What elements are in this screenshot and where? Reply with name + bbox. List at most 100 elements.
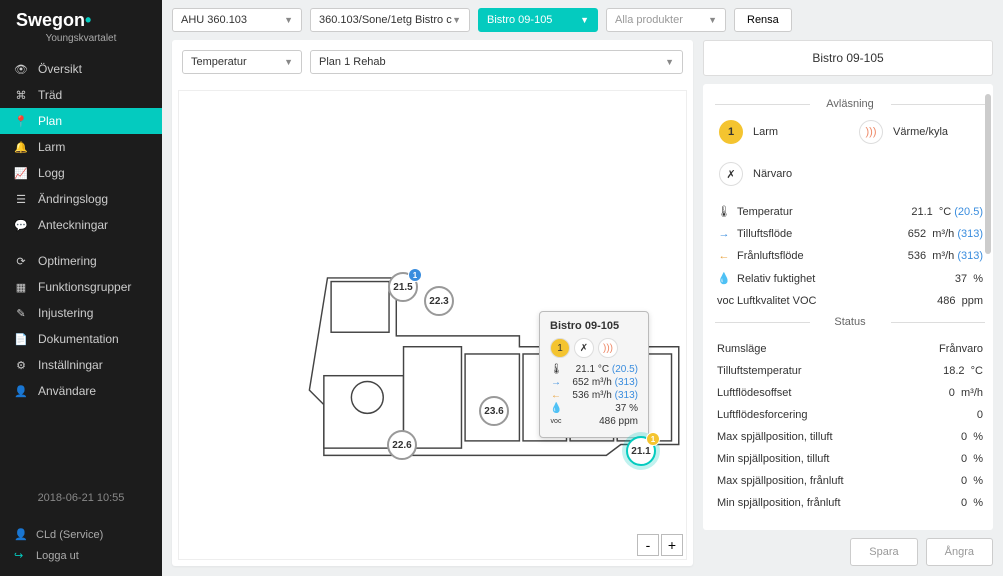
reading-value: 652 m³/h (313) <box>908 228 983 240</box>
tooltip-title: Bistro 09-105 <box>550 320 638 332</box>
nav-icon: ☰ <box>14 193 28 206</box>
reading-value: 536 m³/h (313) <box>908 250 983 262</box>
sidebar: Swegon• Youngskvartalet 👁 Översikt ⌘ Träd 📍P… <box>0 0 162 576</box>
status-label: Rumsläge <box>717 343 933 355</box>
status-row: Tilluftstemperatur18.2 °C <box>715 360 985 382</box>
undo-button[interactable]: Ångra <box>926 538 993 566</box>
reading-row: 🌡 Temperatur 21.1 °C (20.5) <box>715 200 985 223</box>
sensor-tooltip: Bistro 09-105 1 ✗ ))) 🌡21.1 °C (20.5) →6… <box>539 311 649 438</box>
ahu-select[interactable]: AHU 360.103▼ <box>172 8 302 32</box>
reading-link[interactable]: (313) <box>957 228 983 240</box>
heat-icon: ))) <box>859 120 883 144</box>
sensor-22.6[interactable]: 22.6 <box>387 430 417 460</box>
logo-brand: Swegon <box>16 10 85 30</box>
status-label: Tilluftstemperatur <box>717 365 937 377</box>
nav-label: Inställningar <box>38 358 103 372</box>
voc-icon: voc <box>550 418 562 425</box>
reading-value: 486 ppm <box>937 295 983 307</box>
save-button[interactable]: Spara <box>850 538 917 566</box>
status-list: RumslägeFrånvaroTilluftstemperatur18.2 °… <box>715 338 985 514</box>
tooltip-exhaust: 536 m³/h <box>572 390 611 401</box>
reading-link[interactable]: (20.5) <box>954 206 983 218</box>
status-row: Luftflödesoffset0 m³/h <box>715 382 985 404</box>
reading-row: vocLuftkvalitet VOC486 ppm <box>715 290 985 312</box>
alarm-icon: 1 <box>719 120 743 144</box>
reading-alarm[interactable]: 1 Larm <box>719 120 819 144</box>
logo: Swegon• Youngskvartalet <box>0 0 162 48</box>
nav-icon: 👤 <box>14 385 28 398</box>
humidity-icon: 💧 <box>550 403 562 414</box>
status-value: 0 % <box>961 475 983 487</box>
nav-icon: 📍 <box>14 115 28 128</box>
topbar: AHU 360.103▼ 360.103/Sone/1etg Bistro c▼… <box>162 0 1003 40</box>
nav-label: Larm <box>38 140 65 154</box>
status-row: Max spjällposition, tilluft0 % <box>715 426 985 448</box>
room-select[interactable]: Bistro 09-105▼ <box>478 8 598 32</box>
chevron-down-icon: ▼ <box>580 15 589 25</box>
supply-arrow-icon: → <box>550 377 562 388</box>
reading-row: →Tilluftsflöde652 m³/h (313) <box>715 223 985 245</box>
sidebar-item-dokumentation[interactable]: 📄 Dokumentation <box>0 326 162 352</box>
nav-label: Träd <box>38 88 62 102</box>
sensor-21.1[interactable]: 21.11 <box>626 436 656 466</box>
tooltip-voc: 486 ppm <box>566 416 638 427</box>
measure-select[interactable]: Temperatur▼ <box>182 50 302 74</box>
reading-row-icon: → <box>717 228 731 240</box>
sensor-23.6[interactable]: 23.6 <box>479 396 509 426</box>
status-row: Luftflödesforcering0 <box>715 404 985 426</box>
tooltip-heat-icon: ))) <box>598 338 618 358</box>
status-row: RumslägeFrånvaro <box>715 338 985 360</box>
reading-value: 21.1 °C (20.5) <box>911 206 983 218</box>
clear-button[interactable]: Rensa <box>734 8 792 32</box>
status-row: Max spjällposition, frånluft0 % <box>715 470 985 492</box>
floor-select[interactable]: Plan 1 Rehab▼ <box>310 50 683 74</box>
sidebar-item-användare[interactable]: 👤Användare <box>0 378 162 404</box>
zone-select-label: 360.103/Sone/1etg Bistro c <box>319 14 452 26</box>
status-row: Min spjällposition, tilluft0 % <box>715 448 985 470</box>
logout-button[interactable]: ↪Logga ut <box>14 545 148 566</box>
zoom-in-button[interactable]: + <box>661 534 683 556</box>
right-panel-title: Bistro 09-105 <box>703 40 993 76</box>
product-select[interactable]: Alla produkter▼ <box>606 8 726 32</box>
sidebar-item-anteckningar[interactable]: 💬Anteckningar <box>0 212 162 238</box>
alarm-label: Larm <box>753 126 778 138</box>
reading-label: Temperatur <box>737 206 905 218</box>
reading-heat[interactable]: )))Värme/kyla <box>859 120 959 144</box>
sidebar-item-funktionsgrupper[interactable]: ▦Funktionsgrupper <box>0 274 162 300</box>
sidebar-item-inställningar[interactable]: ⚙Inställningar <box>0 352 162 378</box>
zoom-out-button[interactable]: - <box>637 534 659 556</box>
ahu-select-label: AHU 360.103 <box>181 14 247 26</box>
reading-value: 37 % <box>955 273 983 285</box>
sidebar-item-översikt[interactable]: 👁 Översikt <box>0 56 162 82</box>
sidebar-item-ändringslogg[interactable]: ☰Ändringslogg <box>0 186 162 212</box>
sidebar-item-träd[interactable]: ⌘ Träd <box>0 82 162 108</box>
reading-presence[interactable]: ✗Närvaro <box>719 162 819 186</box>
sidebar-item-larm[interactable]: 🔔Larm <box>0 134 162 160</box>
nav-label: Anteckningar <box>38 218 108 232</box>
floor-plan[interactable]: Bistro 09-105 1 ✗ ))) 🌡21.1 °C (20.5) →6… <box>178 90 687 560</box>
nav-primary: 👁 Översikt ⌘ Träd 📍Plan🔔Larm📈Logg☰Ändringslo… <box>0 56 162 238</box>
user-label: CLd (Service) <box>36 529 103 541</box>
nav-icon: 👁 <box>14 63 28 76</box>
sidebar-item-plan[interactable]: 📍Plan <box>0 108 162 134</box>
nav-label: Dokumentation <box>38 332 119 346</box>
sidebar-item-optimering[interactable]: ⟳Optimering <box>0 248 162 274</box>
nav-icon: 📄 <box>14 333 28 346</box>
nav-icon: ⌘ <box>14 89 28 102</box>
sensor-22.3[interactable]: 22.3 <box>424 286 454 316</box>
status-row: Min spjällposition, frånluft0 % <box>715 492 985 514</box>
sensor-21.5[interactable]: 21.51 <box>388 272 418 302</box>
section-status-label: Status <box>715 316 985 328</box>
sidebar-item-injustering[interactable]: ✎Injustering <box>0 300 162 326</box>
reading-row-icon: 🌡 <box>717 205 731 218</box>
tooltip-exhaust-link: (313) <box>615 390 638 401</box>
reading-row: ←Frånluftsflöde536 m³/h (313) <box>715 245 985 267</box>
reading-link[interactable]: (313) <box>957 250 983 262</box>
reading-label: Frånluftsflöde <box>737 250 902 262</box>
nav-label: Översikt <box>38 62 82 76</box>
sensor-badge: 1 <box>646 432 660 446</box>
scrollbar[interactable] <box>985 94 991 254</box>
sidebar-item-logg[interactable]: 📈Logg <box>0 160 162 186</box>
main: AHU 360.103▼ 360.103/Sone/1etg Bistro c▼… <box>162 0 1003 576</box>
zone-select[interactable]: 360.103/Sone/1etg Bistro c▼ <box>310 8 470 32</box>
